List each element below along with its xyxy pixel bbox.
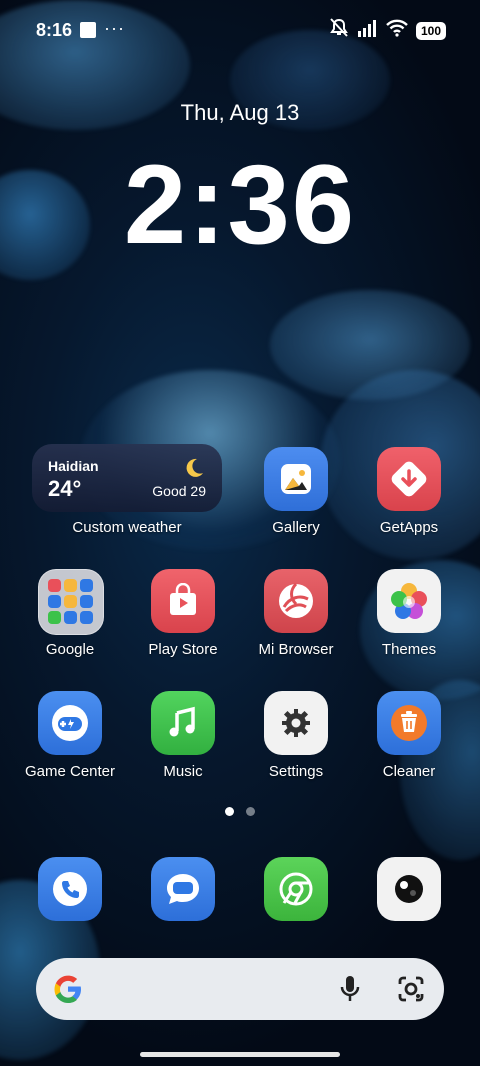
phone-app[interactable] (38, 857, 102, 921)
music-app[interactable] (151, 691, 215, 755)
google-lens-icon[interactable] (396, 974, 426, 1009)
weather-air-quality: Good 29 (152, 483, 206, 499)
getapps-app[interactable] (377, 447, 441, 511)
google-search-bar[interactable] (36, 958, 444, 1020)
status-time: 8:16 (36, 20, 73, 40)
settings-app[interactable] (264, 691, 328, 755)
clock-text: 2:36 (123, 142, 357, 267)
messages-icon (167, 874, 199, 904)
game-center-label: Game Center (24, 763, 116, 780)
settings-label: Settings (268, 763, 324, 780)
gear-icon (282, 709, 310, 737)
play-store-app[interactable] (151, 569, 215, 633)
camera-icon (395, 875, 423, 903)
play-store-label: Play Store (148, 641, 218, 658)
themes-label: Themes (381, 641, 437, 658)
google-label: Google (45, 641, 95, 658)
cleaner-label: Cleaner (382, 763, 436, 780)
navigation-gesture-bar[interactable] (140, 1052, 340, 1057)
page-indicator-dot-active[interactable] (225, 807, 234, 816)
more-notifications-indicator: ··· (104, 18, 125, 38)
status-bar: 8:16 ··· 100 (0, 0, 480, 60)
mi-browser-app[interactable] (264, 569, 328, 633)
weather-widget-label: Custom weather (72, 519, 182, 536)
music-label: Music (163, 763, 203, 780)
weather-temperature: 24° (48, 476, 82, 501)
chrome-app[interactable] (264, 857, 328, 921)
wifi-icon (386, 19, 408, 42)
signal-icon (357, 19, 378, 42)
trash-icon (391, 705, 427, 741)
battery-icon: 100 (415, 21, 446, 40)
moon-icon (182, 456, 206, 486)
google-g-icon (50, 971, 86, 1012)
microphone-icon[interactable] (338, 974, 362, 1009)
mute-bell-icon (328, 18, 350, 43)
play-store-icon (170, 583, 196, 615)
weather-widget[interactable]: Haidian 24° Good 29 (32, 444, 222, 512)
page-indicator-dot[interactable] (246, 807, 255, 816)
cleaner-app[interactable] (377, 691, 441, 755)
camera-app[interactable] (377, 857, 441, 921)
music-note-icon (169, 706, 195, 737)
google-folder-icon (48, 579, 93, 624)
game-center-icon (52, 705, 88, 741)
themes-icon (391, 583, 427, 619)
mi-browser-icon (279, 582, 313, 618)
weather-city: Haidian (48, 458, 99, 474)
themes-app[interactable] (377, 569, 441, 633)
getapps-icon (391, 461, 427, 497)
notification-square-icon (80, 22, 96, 38)
gallery-label: Gallery (272, 519, 320, 536)
getapps-label: GetApps (379, 519, 439, 536)
date-text: Thu, Aug 13 (180, 100, 300, 125)
gallery-app[interactable] (264, 447, 328, 511)
phone-icon (53, 872, 87, 906)
chrome-icon (279, 872, 313, 906)
messages-app[interactable] (151, 857, 215, 921)
google-folder[interactable] (38, 569, 104, 635)
gallery-icon (281, 464, 311, 494)
game-center-app[interactable] (38, 691, 102, 755)
mi-browser-label: Mi Browser (258, 641, 334, 658)
